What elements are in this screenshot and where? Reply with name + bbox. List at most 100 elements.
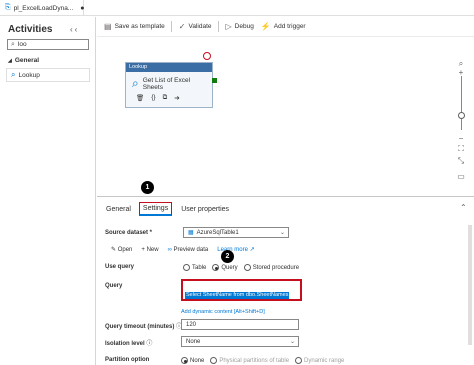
add-dynamic-content-link[interactable]: Add dynamic content [Alt+Shift+D] xyxy=(181,309,265,315)
select-mode-icon[interactable]: ▭ xyxy=(455,170,467,182)
unsaved-dot-icon: ● xyxy=(80,4,85,12)
code-icon[interactable]: {} xyxy=(151,94,155,102)
reset-zoom-icon[interactable]: ⤡ xyxy=(455,155,467,167)
preview-label: Preview data xyxy=(173,246,209,253)
radio-dynamic-range[interactable]: Dynamic range xyxy=(295,357,344,364)
tab-user-properties[interactable]: User properties xyxy=(181,206,229,213)
radio-circle xyxy=(183,264,190,271)
save-as-template-label: Save as template xyxy=(114,23,165,30)
lookup-icon: ⌕ xyxy=(132,76,139,90)
radio-partition-none[interactable]: None xyxy=(181,357,204,364)
pipeline-canvas[interactable]: Lookup ⌕ Get List of Excel Sheets 🗑 {} ⧉… xyxy=(97,38,474,195)
copy-icon[interactable]: ⧉ xyxy=(163,94,168,102)
tab-general[interactable]: General xyxy=(106,206,131,213)
lookup-icon: ⌕ xyxy=(11,70,16,79)
query-text: Select SheetName from dbo.SheetNames xyxy=(185,292,290,299)
panel-scrollbar[interactable] xyxy=(468,225,472,345)
glasses-icon: ∞ xyxy=(167,246,172,253)
chevron-down-icon: ⌄ xyxy=(289,339,295,345)
toolbar-divider xyxy=(170,21,172,32)
editor-tab-strip: ⎘ pl_ExcelLoadDyna... ● xyxy=(0,0,474,16)
activities-search-input[interactable]: ⌕ loo xyxy=(7,39,89,50)
isolation-level-label: Isolation level ⓘ xyxy=(105,338,152,347)
radio-table[interactable]: Table xyxy=(183,264,206,271)
properties-tabs: General Settings User properties xyxy=(97,197,474,221)
partition-none-label: None xyxy=(190,357,205,364)
isolation-level-select[interactable]: None ⌄ xyxy=(181,336,299,347)
node-name: Get List of Excel Sheets xyxy=(142,76,191,91)
debug-button[interactable]: ▷ Debug xyxy=(226,22,254,31)
activities-title: Activities xyxy=(8,24,53,35)
new-label: New xyxy=(146,246,159,253)
use-query-label: Use query xyxy=(105,264,135,270)
delete-icon[interactable]: 🗑 xyxy=(136,94,144,102)
pipeline-toolbar: ▤ Save as template ✓ Validate ▷ Debug ⚡ … xyxy=(97,17,474,37)
radio-query-label: Query xyxy=(221,264,238,271)
pipeline-tab-label: pl_ExcelLoadDyna... xyxy=(13,4,74,12)
plus-icon: + xyxy=(141,246,145,253)
query-timeout-input[interactable]: 120 xyxy=(181,319,299,330)
check-icon: ✓ xyxy=(178,22,186,31)
activities-pane: Activities ‹‹ ⌕ loo ◢ General ⌕ Lookup xyxy=(0,17,96,365)
source-dataset-label: Source dataset * xyxy=(105,230,153,236)
pipeline-icon: ⎘ xyxy=(5,4,11,11)
open-button[interactable]: ✎ Open xyxy=(111,246,132,253)
pencil-icon: ✎ xyxy=(111,247,117,253)
lookup-activity-item[interactable]: ⌕ Lookup xyxy=(6,68,90,82)
annotation-badge-2: 2 xyxy=(221,250,234,263)
radio-table-label: Table xyxy=(192,264,207,271)
save-as-template-button[interactable]: ▤ Save as template xyxy=(104,22,165,31)
query-textarea[interactable]: Select SheetName from dbo.SheetNames xyxy=(181,279,302,301)
delete-activity-icon[interactable] xyxy=(203,52,211,60)
pipeline-tab[interactable]: ⎘ pl_ExcelLoadDyna... ● xyxy=(2,0,84,16)
fit-to-screen-icon[interactable]: ⛶ xyxy=(455,143,467,155)
adf-pipeline-editor: ⎘ pl_ExcelLoadDyna... ● Activities ‹‹ ⌕ … xyxy=(0,0,474,365)
isolation-label-text: Isolation level xyxy=(105,341,145,347)
partition-option-label: Partition option xyxy=(105,357,150,363)
physical-partitions-label: Physical partitions of table xyxy=(219,357,290,364)
radio-circle xyxy=(243,264,251,271)
radio-circle xyxy=(210,357,218,364)
success-output-port[interactable] xyxy=(212,78,217,83)
radio-query[interactable]: Query xyxy=(212,264,238,271)
radio-stored-procedure[interactable]: Stored procedure xyxy=(243,264,300,271)
lookup-activity-node[interactable]: Lookup ⌕ Get List of Excel Sheets 🗑 {} ⧉… xyxy=(125,62,213,108)
general-group-label: General xyxy=(14,57,40,64)
radio-sp-label: Stored procedure xyxy=(252,264,300,271)
validate-label: Validate xyxy=(188,23,212,30)
collapse-panel-icon[interactable]: ⌃ xyxy=(460,203,467,212)
lookup-item-label: Lookup xyxy=(18,71,40,79)
properties-panel: General Settings User properties ⌃ Sourc… xyxy=(97,196,474,365)
validate-button[interactable]: ✓ Validate xyxy=(179,22,212,31)
zoom-slider-track[interactable] xyxy=(461,76,462,130)
radio-circle-selected xyxy=(181,357,188,364)
arrow-right-icon[interactable]: ➔ xyxy=(174,94,179,102)
new-button[interactable]: + New xyxy=(141,247,158,253)
general-group-header[interactable]: ◢ General xyxy=(8,57,39,64)
chevron-down-icon: ⌄ xyxy=(279,230,285,236)
timeout-label-text: Query timeout (minutes) xyxy=(105,324,175,330)
debug-label: Debug xyxy=(234,23,254,30)
use-query-radio-group: Table Query Stored procedure xyxy=(183,264,299,271)
collapse-pane-icon[interactable]: ‹‹ xyxy=(70,25,79,34)
add-trigger-label: Add trigger xyxy=(273,23,306,30)
node-actions: 🗑 {} ⧉ ➔ xyxy=(126,91,212,102)
preview-data-button[interactable]: ∞ Preview data xyxy=(168,247,209,253)
node-header: Lookup xyxy=(126,63,212,72)
play-icon: ▷ xyxy=(225,22,232,31)
zoom-slider-thumb[interactable] xyxy=(458,112,465,119)
open-label: Open xyxy=(117,247,133,253)
radio-physical-partitions[interactable]: Physical partitions of table xyxy=(210,357,289,364)
add-trigger-button[interactable]: ⚡ Add trigger xyxy=(261,22,306,31)
dataset-actions: ✎ Open + New ∞ Preview data Learn more ↗ xyxy=(111,246,255,254)
partition-radio-group: None Physical partitions of table Dynami… xyxy=(181,357,344,364)
radio-circle-selected xyxy=(212,264,220,271)
trigger-icon: ⚡ xyxy=(260,22,271,31)
source-dataset-select[interactable]: ▦ AzureSqlTable1 ⌄ xyxy=(183,227,289,238)
caret-down-icon: ◢ xyxy=(8,57,12,64)
query-label: Query xyxy=(105,283,123,289)
node-body: ⌕ Get List of Excel Sheets xyxy=(126,72,212,91)
annotation-badge-1: 1 xyxy=(141,181,154,194)
toolbar-divider xyxy=(217,21,219,32)
tab-settings[interactable]: Settings xyxy=(138,202,173,216)
